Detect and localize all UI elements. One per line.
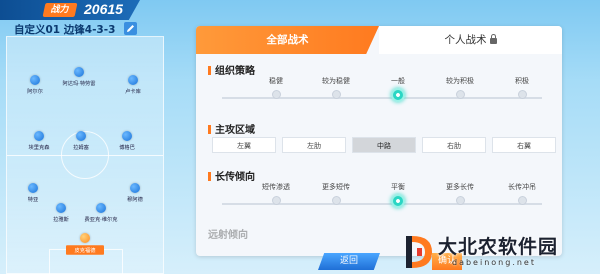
player-slot[interactable]: 拉雅斯 [41,203,81,223]
player-slot[interactable]: 费亚克·维尔克 [81,203,121,223]
lock-icon [489,34,497,44]
area-option-selected[interactable]: 中路 [352,137,416,153]
watermark-title: 大北农软件园 [438,236,559,258]
player-marker [30,75,40,85]
player-slot[interactable]: 拉姆塞 [61,131,101,151]
player-slot[interactable]: 博格巴 [107,131,147,151]
slider-option-label: 平衡 [391,183,405,191]
player-marker [74,67,84,77]
watermark-url: dabeinong.net [452,258,536,267]
slider-node [455,196,465,205]
slider-node [271,196,281,205]
slider-option[interactable]: 积极 [492,76,552,99]
player-name: 拉雅斯 [53,217,69,223]
back-button[interactable]: 返回 [318,253,380,270]
player-slot[interactable]: 阿尔尔 [15,75,55,95]
player-marker [128,75,138,85]
player-name: 阿达玛·特劳雷 [62,81,96,87]
slider-option[interactable]: 较为稳健 [306,76,366,99]
slider-option-label: 较为积极 [446,77,474,85]
player-slot[interactable]: 埃里克森 [19,131,59,151]
slider-option-label: 更多短传 [322,183,350,191]
slider-option[interactable]: 短传渗透 [246,182,306,205]
pencil-icon [127,25,134,32]
player-name: 博格巴 [119,145,135,151]
slider-node [391,88,405,102]
player-marker [80,233,90,243]
player-marker [28,183,38,193]
section-title-long-pass: 长传倾向 [208,168,255,183]
tab-label: 全部战术 [266,34,309,46]
attack-area-options: 左翼 左肋 中路 右肋 右翼 [212,137,556,155]
slider-option[interactable]: 较为积极 [430,76,490,99]
slider-option-selected[interactable]: 一般 [368,76,428,102]
slider-option-selected[interactable]: 平衡 [368,182,428,208]
slider-option-label: 一般 [391,77,405,85]
slider-option[interactable]: 更多短传 [306,182,366,205]
section-title-organization: 组织策略 [208,62,255,77]
slider-option-label: 更多长传 [446,183,474,191]
organization-slider[interactable]: 稳健 较为稳健 一般 较为积极 积极 [212,76,552,106]
area-option[interactable]: 左翼 [212,137,276,153]
slider-option-label: 稳健 [269,77,283,85]
formation-panel: 战力 20615 自定义01 边锋4-3-3 阿尔尔 阿达玛·特劳雷 卢卡库 埃… [0,0,196,274]
tab-label: 个人战术 [444,34,487,46]
slider-node [391,194,405,208]
slider-option-label: 短传渗透 [262,183,290,191]
area-option[interactable]: 左肋 [282,137,346,153]
power-value: 20615 [84,1,123,17]
slider-option-label: 长传冲吊 [508,183,536,191]
edit-formation-button[interactable] [124,22,137,35]
tab-all-tactics[interactable]: 全部战术 [196,26,379,54]
player-name: 穆阿德 [127,197,143,203]
player-name: 埃里克森 [28,145,50,151]
area-option[interactable]: 右翼 [492,137,556,153]
player-marker [122,131,132,141]
slider-node [271,90,281,99]
slider-option-label: 较为稳健 [322,77,350,85]
player-name: 拉姆塞 [73,145,89,151]
slider-node [331,90,341,99]
player-slot[interactable]: 阿达玛·特劳雷 [59,67,99,87]
slider-option[interactable]: 稳健 [246,76,306,99]
player-name: 费亚克·维尔克 [84,217,118,223]
player-name: 卢卡库 [125,89,141,95]
long-pass-slider[interactable]: 短传渗透 更多短传 平衡 更多长传 长传冲吊 [212,182,552,212]
slider-node [517,90,527,99]
formation-name: 自定义01 边锋4-3-3 [14,24,116,36]
player-name: 阿尔尔 [27,89,43,95]
player-marker [34,131,44,141]
watermark-logo-icon [406,236,432,268]
section-title-long-shot: 远射倾向 [208,230,248,241]
slider-node [455,90,465,99]
player-marker [130,183,140,193]
player-slot-goalkeeper[interactable]: 皮克福德 [65,233,105,255]
slider-option[interactable]: 长传冲吊 [492,182,552,205]
slider-node [517,196,527,205]
tactics-panel: 全部战术 个人战术 组织策略 稳健 较为稳健 一般 较为积极 积极 主攻区域 左… [196,26,562,256]
tab-personal-tactics[interactable]: 个人战术 [379,26,562,54]
player-slot[interactable]: 卢卡库 [113,75,153,95]
player-marker [96,203,106,213]
area-option[interactable]: 右肋 [422,137,486,153]
player-name: 皮克福德 [66,245,104,255]
pitch: 阿尔尔 阿达玛·特劳雷 卢卡库 埃里克森 拉姆塞 博格巴 特亚 穆阿德 拉雅斯 … [6,36,164,274]
slider-option-label: 积极 [515,77,529,85]
player-marker [76,131,86,141]
section-title-attack-area: 主攻区域 [208,121,255,136]
slider-node [331,196,341,205]
player-slot[interactable]: 穆阿德 [115,183,155,203]
slider-option[interactable]: 更多长传 [430,182,490,205]
power-label: 战力 [42,3,78,17]
player-slot[interactable]: 特亚 [13,183,53,203]
tactics-tabs: 全部战术 个人战术 [196,26,562,54]
player-name: 特亚 [27,197,39,203]
player-marker [56,203,66,213]
